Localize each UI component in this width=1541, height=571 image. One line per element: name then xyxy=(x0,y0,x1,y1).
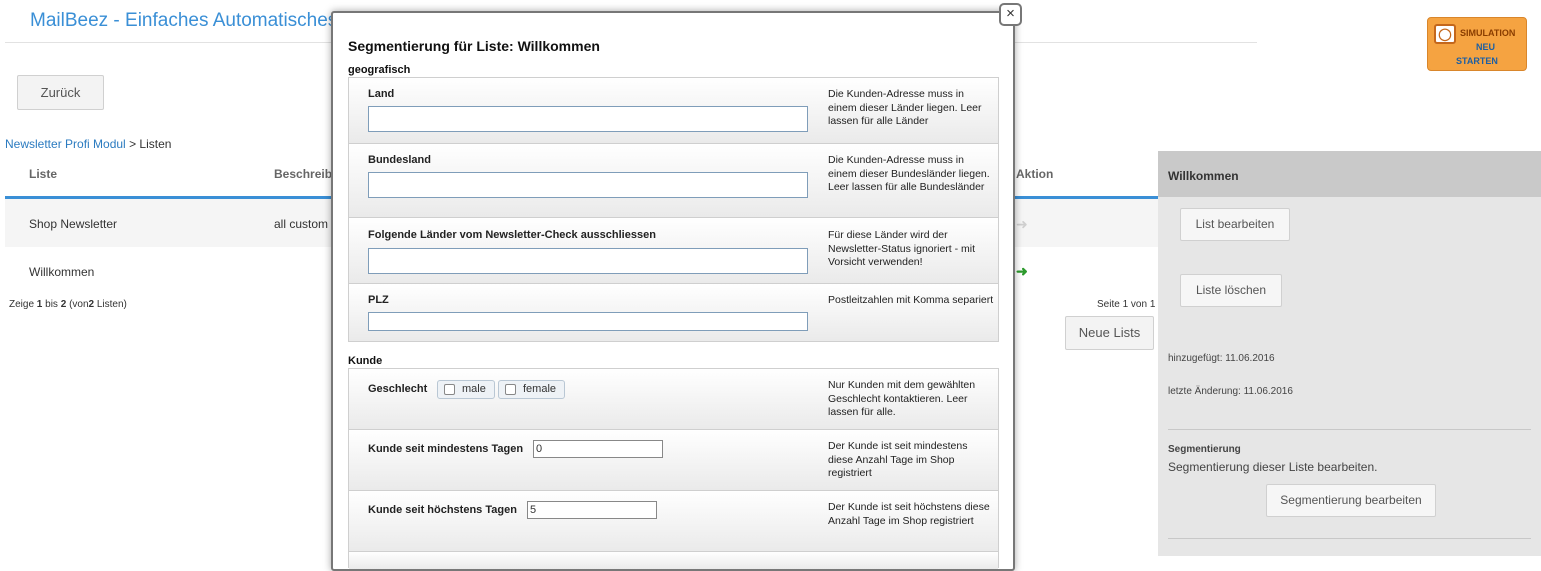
customer-fields: Geschlecht male female Nur Kunden mit de… xyxy=(348,368,999,569)
new-list-button[interactable]: Neue Lists xyxy=(1065,316,1154,350)
field-row-min-days: Kunde seit mindestens Tagen 0 Der Kunde … xyxy=(349,430,998,491)
gender-male-checkbox[interactable]: male xyxy=(437,380,495,399)
max-days-help: Der Kunde ist seit höchstens diese Anzah… xyxy=(828,501,990,527)
min-days-input[interactable]: 0 xyxy=(533,440,663,458)
breadcrumb-current: > Listen xyxy=(129,137,172,151)
simulation-label-2: NEU xyxy=(1476,42,1496,52)
paging-from: 1 xyxy=(36,299,43,310)
field-row-next xyxy=(349,552,998,569)
state-help: Die Kunden-Adresse muss in einem dieser … xyxy=(828,154,990,193)
paging-tail-b: Listen) xyxy=(96,299,127,310)
edit-list-button[interactable]: List bearbeiten xyxy=(1180,208,1290,241)
simulation-label-3: STARTEN xyxy=(1456,56,1498,66)
column-header-action: Aktion xyxy=(1016,167,1054,181)
field-row-zip: PLZ Postleitzahlen mit Komma separiert xyxy=(349,284,998,341)
paging-to: 2 xyxy=(60,299,67,310)
simulation-icon: ◯ xyxy=(1434,24,1456,44)
paging-prefix: Zeige xyxy=(9,299,35,310)
country-help: Die Kunden-Adresse muss in einem dieser … xyxy=(828,88,982,127)
exclude-countries-help: Für diese Länder wird der Newsletter-Sta… xyxy=(828,229,976,268)
field-row-exclude-countries: Folgende Länder vom Newsletter-Check aus… xyxy=(349,218,998,284)
zip-input[interactable] xyxy=(368,312,808,331)
min-days-help: Der Kunde ist seit mindestens diese Anza… xyxy=(828,440,968,479)
row-list-name[interactable]: Shop Newsletter xyxy=(29,217,117,231)
column-header-description[interactable]: Beschreibu xyxy=(274,167,339,181)
panel-divider xyxy=(1168,429,1531,430)
segment-text: Segmentierung dieser Liste bearbeiten. xyxy=(1168,460,1378,474)
paging-info: Zeige 1 bis 2 (von2 Listen) xyxy=(9,299,127,310)
gender-female-checkbox[interactable]: female xyxy=(498,380,566,399)
breadcrumb-link-module[interactable]: Newsletter Profi Modul xyxy=(5,137,126,151)
field-row-state: Bundesland Die Kunden-Adresse muss in ei… xyxy=(349,144,998,218)
edit-segmentation-button[interactable]: Segmentierung bearbeiten xyxy=(1266,484,1436,517)
max-days-input[interactable]: 5 xyxy=(527,501,657,519)
field-row-max-days: Kunde seit höchstens Tagen 5 Der Kunde i… xyxy=(349,491,998,552)
country-label: Land xyxy=(368,88,395,100)
segment-title: Segmentierung xyxy=(1168,444,1241,455)
exclude-countries-input[interactable] xyxy=(368,248,808,274)
paging-tail-a: (von xyxy=(69,299,89,310)
row-description: all custom xyxy=(274,217,329,231)
simulation-label-1: SIMULATION xyxy=(1460,28,1516,38)
gender-help: Nur Kunden mit dem gewählten Geschlecht … xyxy=(828,379,976,418)
country-input[interactable] xyxy=(368,106,808,132)
dialog-title: Segmentierung für Liste: Willkommen xyxy=(348,38,600,54)
breadcrumb: Newsletter Profi Modul > Listen xyxy=(5,137,171,151)
back-button[interactable]: Zurück xyxy=(17,75,104,110)
simulation-restart-button[interactable]: ◯ SIMULATION NEU STARTEN xyxy=(1427,17,1527,71)
arrow-right-icon[interactable]: ➜ xyxy=(1016,263,1028,280)
gender-label: Geschlecht xyxy=(368,383,428,395)
segmentation-dialog: Segmentierung für Liste: Willkommen geog… xyxy=(331,11,1015,571)
panel-divider xyxy=(1168,538,1531,539)
paging-mid: bis xyxy=(45,299,58,310)
zip-help: Postleitzahlen mit Komma separiert xyxy=(828,294,994,306)
paging-total: 2 xyxy=(88,299,95,310)
gender-male-label: male xyxy=(462,383,486,395)
section-customer: Kunde xyxy=(348,355,383,367)
panel-title: Willkommen xyxy=(1158,151,1541,197)
date-changed: letzte Änderung: 11.06.2016 xyxy=(1168,386,1293,397)
max-days-label: Kunde seit höchstens Tagen xyxy=(368,504,517,516)
arrow-right-icon[interactable]: ➜ xyxy=(1016,216,1028,233)
gender-female-label: female xyxy=(523,383,557,395)
page-count: Seite 1 von 1 xyxy=(1097,299,1156,310)
checkbox-icon[interactable] xyxy=(505,384,516,395)
delete-list-button[interactable]: Liste löschen xyxy=(1180,274,1282,307)
close-icon[interactable]: × xyxy=(999,3,1022,26)
list-detail-panel: Willkommen List bearbeiten Liste löschen… xyxy=(1158,151,1541,556)
state-label: Bundesland xyxy=(368,154,431,166)
section-geo: geografisch xyxy=(348,64,411,76)
page-title: MailBeez - Einfaches Automatisches E xyxy=(30,10,356,31)
field-row-country: Land Die Kunden-Adresse muss in einem di… xyxy=(349,78,998,144)
date-added: hinzugefügt: 11.06.2016 xyxy=(1168,353,1275,364)
zip-label: PLZ xyxy=(368,294,389,306)
checkbox-icon[interactable] xyxy=(444,384,455,395)
field-row-gender: Geschlecht male female Nur Kunden mit de… xyxy=(349,369,998,430)
min-days-label: Kunde seit mindestens Tagen xyxy=(368,443,524,455)
state-input[interactable] xyxy=(368,172,808,198)
column-header-list[interactable]: Liste xyxy=(29,167,57,181)
geo-fields: Land Die Kunden-Adresse muss in einem di… xyxy=(348,77,999,342)
exclude-countries-label: Folgende Länder vom Newsletter-Check aus… xyxy=(368,229,656,241)
row-list-name[interactable]: Willkommen xyxy=(29,265,94,279)
